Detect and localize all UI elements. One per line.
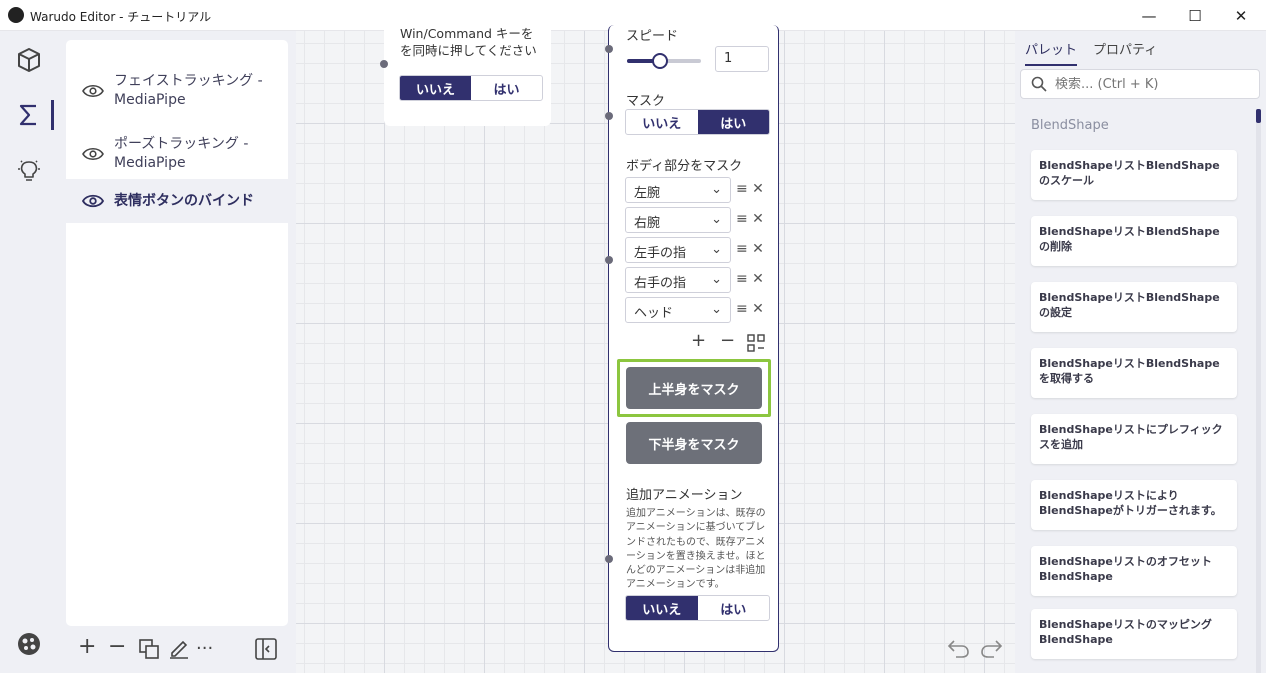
close-button[interactable]: ✕	[1218, 0, 1264, 31]
toggle-no-option[interactable]: いいえ	[626, 596, 698, 620]
row-actions[interactable]: ≡ ✕	[736, 271, 764, 287]
additive-animation-label: 追加アニメーション	[626, 488, 743, 503]
speed-input[interactable]: 1	[715, 46, 769, 72]
side-nav	[0, 31, 58, 673]
body-part-value: 右腕	[634, 216, 661, 231]
palette-item[interactable]: BlendShapeリストによりBlendShapeがトリガーされます。	[1031, 480, 1237, 530]
node-port[interactable]	[605, 112, 613, 120]
row-actions[interactable]: ≡ ✕	[736, 301, 764, 317]
node-left-toggle[interactable]: いいえ はい	[399, 75, 543, 101]
additive-toggle[interactable]: いいえ はい	[625, 595, 770, 621]
row-actions[interactable]: ≡ ✕	[736, 241, 764, 257]
node-input-port[interactable]	[380, 60, 388, 68]
body-part-select[interactable]: 右腕 ⌄	[625, 207, 731, 233]
chevron-down-icon: ⌄	[711, 182, 722, 197]
tree-item-label: 表情ボタンのバインド	[114, 192, 254, 209]
body-part-select[interactable]: ヘッド ⌄	[625, 297, 731, 323]
palette-item[interactable]: BlendShapeリストのオフセットBlendShape	[1031, 546, 1237, 596]
palette-panel: パレット プロパティ BlendShape BlendShapeリストBlend…	[1015, 31, 1266, 673]
mask-lower-body-button[interactable]: 下半身をマスク	[626, 422, 762, 464]
palette-item[interactable]: BlendShapeリストBlendShapeの削除	[1031, 216, 1237, 266]
list-remove-button[interactable]: −	[720, 330, 735, 351]
body-part-value: 右手の指	[634, 276, 687, 291]
maximize-button[interactable]: ☐	[1172, 0, 1218, 31]
node-port[interactable]	[605, 256, 613, 264]
blueprint-list: フェイストラッキング - MediaPipe ポーズトラッキング - Media…	[66, 40, 288, 626]
add-button[interactable]: +	[78, 636, 96, 658]
speed-slider[interactable]	[627, 53, 701, 69]
more-button[interactable]: ···	[196, 638, 213, 660]
duplicate-icon[interactable]	[138, 638, 160, 664]
palette-item[interactable]: BlendShapeリストBlendShapeのスケール	[1031, 150, 1237, 200]
row-actions[interactable]: ≡ ✕	[736, 211, 764, 227]
body-part-value: ヘッド	[634, 306, 674, 321]
body-part-select[interactable]: 左腕 ⌄	[625, 177, 731, 203]
mask-toggle[interactable]: いいえ はい	[625, 109, 770, 135]
collapse-panel-icon[interactable]	[254, 637, 278, 665]
section-blendshape: BlendShape	[1031, 118, 1109, 133]
warudo-bottom-logo-icon[interactable]	[14, 629, 44, 659]
chevron-down-icon: ⌄	[711, 272, 722, 287]
body-mask-label: ボディ部分をマスク	[626, 159, 743, 174]
search-icon	[1031, 76, 1047, 92]
chevron-down-icon: ⌄	[711, 242, 722, 257]
palette-item[interactable]: BlendShapeリストのマッピングBlendShape	[1031, 609, 1237, 659]
list-add-button[interactable]: +	[691, 330, 706, 351]
row-actions[interactable]: ≡ ✕	[736, 181, 764, 197]
chevron-down-icon: ⌄	[711, 212, 722, 227]
additive-description: 追加アニメーションは、既存のアニメーションに基づいてブレンドされたもので、既存ア…	[626, 508, 766, 591]
tree-item-face-tracking[interactable]: フェイストラッキング - MediaPipe	[66, 66, 288, 116]
grid-icon[interactable]	[747, 334, 765, 356]
toggle-no-option[interactable]: いいえ	[400, 76, 471, 100]
palette-search[interactable]	[1020, 69, 1260, 99]
node-key-prompt[interactable]: Win/Command キーをを同時に押してください いいえ はい	[384, 25, 551, 126]
node-prompt-text: Win/Command キーをを同時に押してください	[400, 26, 537, 58]
rename-pencil-icon[interactable]	[168, 637, 190, 663]
tree-item-label: フェイストラッキング - MediaPipe	[114, 73, 263, 108]
redo-icon[interactable]	[980, 637, 1004, 663]
tree-item-label: ポーズトラッキング - MediaPipe	[114, 136, 249, 171]
palette-item[interactable]: BlendShapeリストBlendShapeの設定	[1031, 282, 1237, 332]
eye-icon[interactable]	[82, 84, 104, 98]
mask-label: マスク	[626, 94, 666, 109]
search-input[interactable]	[1055, 76, 1235, 92]
node-port[interactable]	[605, 45, 613, 53]
node-animation-mask[interactable]: スピード 1 マスク いいえ はい ボディ部分をマスク 左腕 ⌄ ≡ ✕ 右腕 ⌄ …	[608, 25, 779, 652]
toggle-yes-option[interactable]: はい	[697, 110, 769, 134]
blueprint-tree-panel: フェイストラッキング - MediaPipe ポーズトラッキング - Media…	[58, 31, 296, 673]
speed-slider-handle[interactable]	[652, 53, 668, 69]
body-part-select[interactable]: 左手の指 ⌄	[625, 237, 731, 263]
toggle-yes-option[interactable]: はい	[471, 76, 542, 100]
tab-properties[interactable]: プロパティ	[1093, 39, 1157, 58]
palette-item[interactable]: BlendShapeリストBlendShapeを取得する	[1031, 348, 1237, 398]
undo-icon[interactable]	[946, 637, 970, 663]
chevron-down-icon: ⌄	[711, 302, 722, 317]
tree-item-expression-binding[interactable]: 表情ボタンのバインド	[66, 179, 288, 223]
palette-item[interactable]: BlendShapeリストにプレフィックスを追加	[1031, 414, 1237, 464]
sigma-icon[interactable]	[14, 100, 44, 130]
node-port[interactable]	[605, 555, 613, 563]
minimize-button[interactable]: —	[1126, 0, 1172, 31]
speed-label: スピード	[626, 29, 679, 44]
warudo-logo-icon	[8, 7, 24, 23]
tree-item-pose-tracking[interactable]: ポーズトラッキング - MediaPipe	[66, 129, 288, 179]
cube-icon[interactable]	[14, 45, 44, 75]
scrollbar[interactable]	[1256, 109, 1261, 673]
remove-button[interactable]: −	[108, 636, 126, 658]
mask-upper-body-button[interactable]: 上半身をマスク	[626, 367, 762, 409]
body-part-value: 左腕	[634, 186, 661, 201]
blueprint-canvas[interactable]: Win/Command キーをを同時に押してください いいえ はい スピード 1…	[296, 25, 1015, 673]
active-indicator	[51, 100, 54, 130]
body-part-value: 左手の指	[634, 246, 687, 261]
tab-palette[interactable]: パレット	[1025, 39, 1078, 66]
window-title: Warudo Editor - チュートリアル	[30, 10, 212, 24]
scrollbar-thumb[interactable]	[1256, 109, 1261, 123]
eye-icon[interactable]	[82, 147, 104, 161]
eye-icon[interactable]	[82, 194, 104, 208]
toggle-yes-option[interactable]: はい	[698, 596, 770, 620]
toggle-no-option[interactable]: いいえ	[626, 110, 698, 134]
lightbulb-icon[interactable]	[14, 155, 44, 185]
body-part-select[interactable]: 右手の指 ⌄	[625, 267, 731, 293]
